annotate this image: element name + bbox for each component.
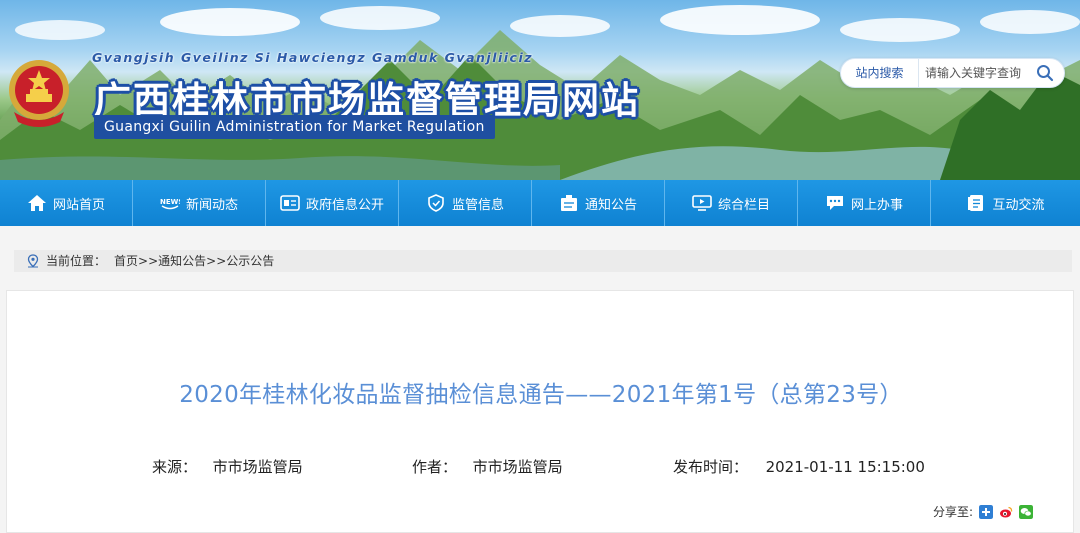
chat-service-icon: [826, 196, 843, 210]
search-label: 站内搜索: [841, 59, 919, 87]
search-box: 站内搜索: [840, 58, 1065, 88]
source-value: 市市场监管局: [212, 458, 303, 476]
article-title: 2020年桂林化妆品监督抽检信息通告——2021年第1号（总第23号）: [179, 382, 903, 408]
breadcrumb-public-notice-link[interactable]: 公示公告: [226, 250, 274, 272]
breadcrumb-separator: >>: [206, 254, 227, 268]
share-bar: 分享至:: [933, 503, 1033, 520]
share-label: 分享至:: [932, 505, 973, 519]
search-input[interactable]: [925, 62, 1033, 84]
main-nav: 网站首页 NEWS 新闻动态 政府信息公开 监管信息 通知公告: [0, 180, 1080, 226]
wechat-icon[interactable]: [1019, 504, 1033, 519]
nav-item-info-disclosure[interactable]: 政府信息公开: [266, 180, 399, 226]
document-icon: [968, 195, 984, 211]
home-icon: [27, 195, 46, 211]
national-emblem-icon: [9, 60, 69, 127]
nav-item-label: 网站首页: [52, 197, 105, 213]
nav-item-online-service[interactable]: 网上办事: [798, 180, 931, 226]
info-disclosure-icon: [280, 195, 300, 211]
news-icon: NEWS: [160, 198, 180, 210]
nav-item-home[interactable]: 网站首页: [0, 180, 133, 226]
weibo-icon[interactable]: [999, 505, 1013, 519]
announcement-icon: [560, 195, 577, 211]
nav-item-announcements[interactable]: 通知公告: [532, 180, 665, 226]
breadcrumb-prefix: 当前位置：: [46, 254, 107, 268]
site-subtitle: Guangxi Guilin Administration for Market…: [94, 115, 495, 139]
breadcrumb-announcements-link[interactable]: 通知公告: [158, 250, 206, 272]
nav-item-label: 网上办事: [850, 197, 903, 213]
nav-item-label: 政府信息公开: [305, 197, 384, 213]
zhuang-site-name: Gvangjsih Gveilinz Si Hawciengz Gamduk G…: [92, 50, 534, 65]
svg-text:NEWS: NEWS: [160, 198, 180, 206]
nav-item-supervision[interactable]: 监管信息: [399, 180, 532, 226]
source-label: 来源：: [152, 458, 198, 476]
breadcrumb: 当前位置： 首页 >> 通知公告 >> 公示公告: [14, 250, 1072, 272]
article-publish-time: 发布时间： 2021-01-11 15:15:00: [673, 456, 925, 477]
nav-item-label: 监管信息: [451, 197, 504, 213]
nav-item-label: 综合栏目: [717, 197, 770, 213]
header-banner: Gvangjsih Gveilinz Si Hawciengz Gamduk G…: [0, 0, 1080, 180]
share-more-icon[interactable]: [979, 504, 993, 519]
article-author: 作者： 市市场监管局: [412, 456, 563, 477]
article-source: 来源： 市市场监管局: [152, 456, 303, 477]
breadcrumb-separator: >>: [138, 254, 159, 268]
date-value: 2021-01-11 15:15:00: [765, 458, 925, 476]
breadcrumb-home-link[interactable]: 首页: [114, 250, 138, 272]
shield-icon: [428, 194, 444, 212]
nav-item-label: 互动交流: [992, 197, 1045, 213]
search-icon[interactable]: [1036, 64, 1054, 82]
location-pin-icon: [27, 254, 39, 268]
nav-item-comprehensive[interactable]: 综合栏目: [665, 180, 798, 226]
nav-item-label: 新闻动态: [185, 197, 238, 213]
author-label: 作者：: [412, 458, 458, 476]
nav-item-interaction[interactable]: 互动交流: [931, 180, 1080, 226]
nav-item-label: 通知公告: [584, 197, 637, 213]
article-container: 2020年桂林化妆品监督抽检信息通告——2021年第1号（总第23号） 来源： …: [6, 290, 1074, 533]
date-label: 发布时间：: [673, 458, 749, 476]
nav-item-news[interactable]: NEWS 新闻动态: [133, 180, 266, 226]
monitor-icon: [692, 195, 712, 211]
author-value: 市市场监管局: [472, 458, 563, 476]
